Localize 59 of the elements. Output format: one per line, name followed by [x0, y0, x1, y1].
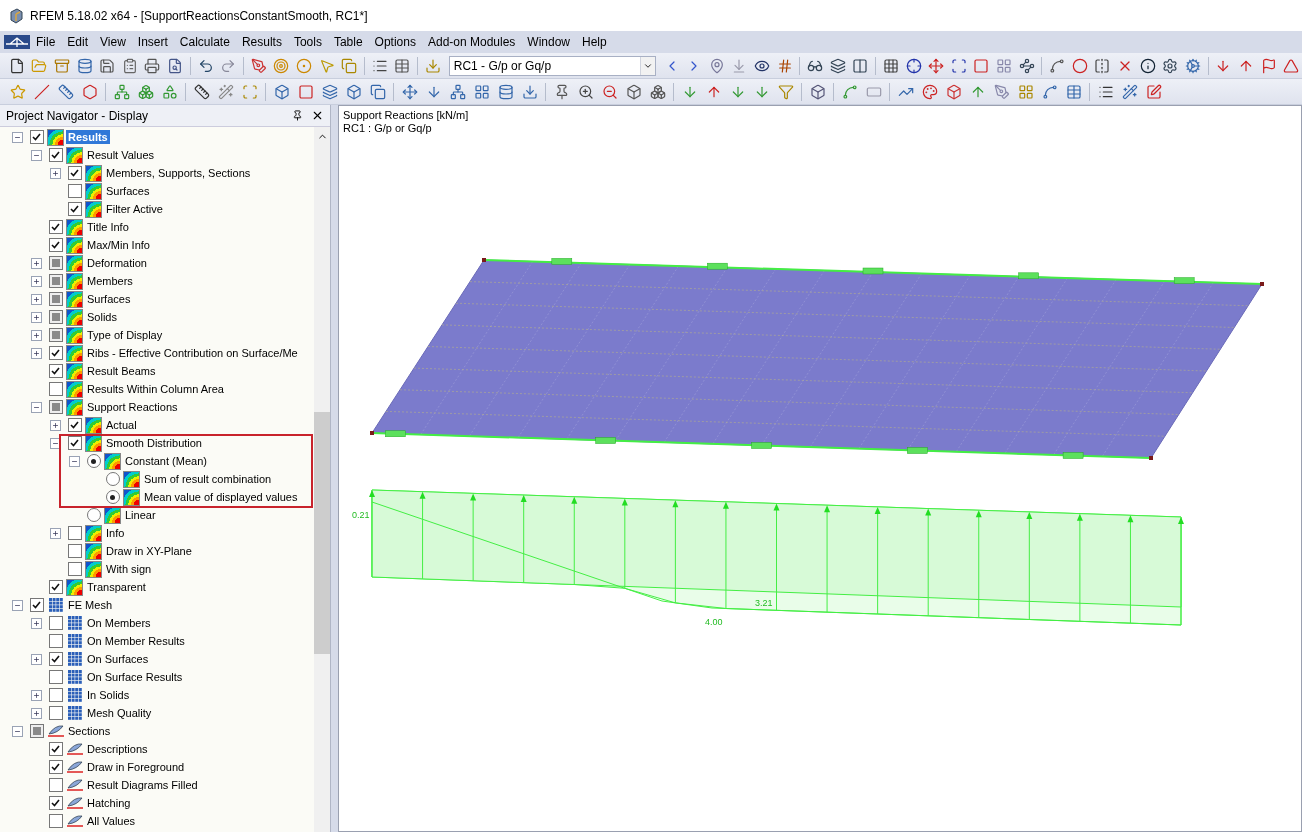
tree-item[interactable]: Draw in Foreground: [85, 760, 187, 774]
tree-item[interactable]: On Members: [85, 616, 153, 630]
tree-item[interactable]: Filter Active: [104, 202, 165, 216]
tree-item[interactable]: Result Beams: [85, 364, 158, 378]
tree-item[interactable]: Results: [66, 130, 110, 144]
tree-item[interactable]: Solids: [85, 310, 119, 324]
tree-item[interactable]: Result Diagrams Filled: [85, 778, 200, 792]
menu-item[interactable]: Edit: [61, 33, 95, 51]
tree-item[interactable]: Surfaces: [104, 184, 152, 198]
menu-item[interactable]: View: [94, 33, 132, 51]
menu-item[interactable]: Table: [327, 33, 369, 51]
load-case-dropdown[interactable]: RC1 - G/p or Gq/p: [448, 55, 656, 76]
tree-item[interactable]: Surfaces: [85, 292, 133, 306]
tree-item[interactable]: Max/Min Info: [85, 238, 152, 252]
tree-item[interactable]: All Values: [85, 814, 138, 828]
tree-item[interactable]: Type of Display: [85, 328, 165, 342]
menu-item[interactable]: Insert: [131, 33, 174, 51]
tree-item[interactable]: On Member Results: [85, 634, 187, 648]
info-text: RC1 : G/p or Gq/p: [343, 122, 433, 135]
tree-item[interactable]: Members, Supports, Sections: [104, 166, 253, 180]
diagram-value-label: 0.21: [352, 510, 370, 520]
tree-item[interactable]: Members: [85, 274, 135, 288]
menu-item[interactable]: Help: [576, 33, 613, 51]
tree-item[interactable]: Ribs - Effective Contribution on Surface/Me: [85, 346, 300, 360]
tree-item[interactable]: Mesh Quality: [85, 706, 154, 720]
tree-item[interactable]: On Surfaces: [85, 652, 151, 666]
menu-item[interactable]: Tools: [287, 33, 328, 51]
menu-item[interactable]: Window: [521, 33, 577, 51]
tree-item[interactable]: Smooth Distribution: [104, 436, 204, 450]
tree-item[interactable]: Draw in XY-Plane: [104, 544, 194, 558]
tree-item[interactable]: Sections: [66, 724, 113, 738]
tree-item[interactable]: In Solids: [85, 688, 132, 702]
tree-item[interactable]: Descriptions: [85, 742, 150, 756]
tree-item[interactable]: Support Reactions: [85, 400, 180, 414]
menu-item[interactable]: Calculate: [173, 33, 236, 51]
diagram-value-label: 3.21: [755, 598, 773, 608]
window-title: RFEM 5.18.02 x64 - [SupportReactionsConstantSmooth, RC1*]: [30, 8, 368, 23]
info-text: Support Reactions [kN/m]: [343, 109, 470, 122]
tree-item[interactable]: On Surface Results: [85, 670, 185, 684]
menu-item[interactable]: Results: [235, 33, 288, 51]
tree-item[interactable]: Constant (Mean): [123, 454, 209, 468]
tree-item[interactable]: Linear: [123, 508, 158, 522]
menu-item[interactable]: Options: [368, 33, 422, 51]
tree-item[interactable]: Title Info: [85, 220, 131, 234]
tree-item[interactable]: Results Within Column Area: [85, 382, 226, 396]
tree-item[interactable]: Result Values: [85, 148, 157, 162]
tree-item[interactable]: Sum of result combination: [142, 472, 274, 486]
tree-item[interactable]: Info: [104, 526, 127, 540]
menu-item[interactable]: Add-on Modules: [421, 33, 522, 51]
tree-item[interactable]: Actual: [104, 418, 139, 432]
tree-item[interactable]: Transparent: [85, 580, 148, 594]
tree-item[interactable]: With sign: [104, 562, 154, 576]
diagram-value-label: 4.00: [705, 617, 723, 627]
tree-item[interactable]: Hatching: [85, 796, 133, 810]
tree-item[interactable]: FE Mesh: [66, 598, 114, 612]
tree-item[interactable]: Deformation: [85, 256, 149, 270]
tree-item[interactable]: Mean value of displayed values: [142, 490, 300, 504]
panel-title: Project Navigator - Display: [6, 108, 149, 123]
menu-item[interactable]: File: [30, 33, 62, 51]
